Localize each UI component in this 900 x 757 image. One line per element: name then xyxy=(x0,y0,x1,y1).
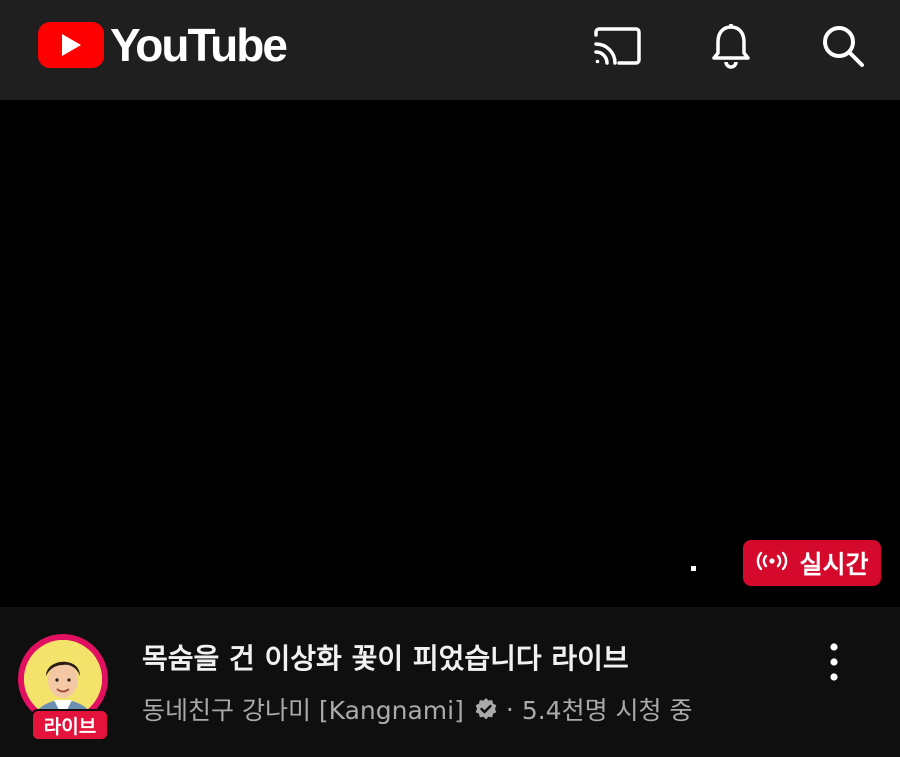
play-icon xyxy=(38,22,104,68)
viewer-count: 5.4천명 시청 중 xyxy=(521,696,693,725)
player-speck xyxy=(691,566,696,571)
youtube-logo[interactable]: YouTube xyxy=(38,19,288,71)
channel-name[interactable]: 동네친구 강나미 [Kangnami] xyxy=(142,691,464,727)
avatar-live-badge: 라이브 xyxy=(31,709,109,741)
avatar-photo xyxy=(24,640,102,718)
video-player[interactable]: 실시간 xyxy=(0,100,900,607)
broadcast-icon xyxy=(755,549,789,577)
video-info: 라이브 목숨을 건 이상화 꽃이 피었습니다 라이브 동네친구 강나미 [Kan… xyxy=(0,607,900,757)
cast-icon[interactable] xyxy=(592,22,642,70)
verified-icon xyxy=(474,697,498,721)
live-badge[interactable]: 실시간 xyxy=(743,540,881,586)
live-badge-label: 실시간 xyxy=(799,550,869,579)
meta-separator: · xyxy=(505,694,514,724)
video-meta: 동네친구 강나미 [Kangnami] · 5.4천명 시청 중 xyxy=(142,691,692,727)
bell-icon[interactable] xyxy=(706,22,756,70)
search-icon[interactable] xyxy=(818,22,868,70)
video-title[interactable]: 목숨을 건 이상화 꽃이 피었습니다 라이브 xyxy=(142,637,782,677)
more-options-icon[interactable] xyxy=(812,635,856,689)
logo-wordmark: YouTube xyxy=(110,19,288,71)
top-app-bar: YouTube xyxy=(0,0,900,100)
